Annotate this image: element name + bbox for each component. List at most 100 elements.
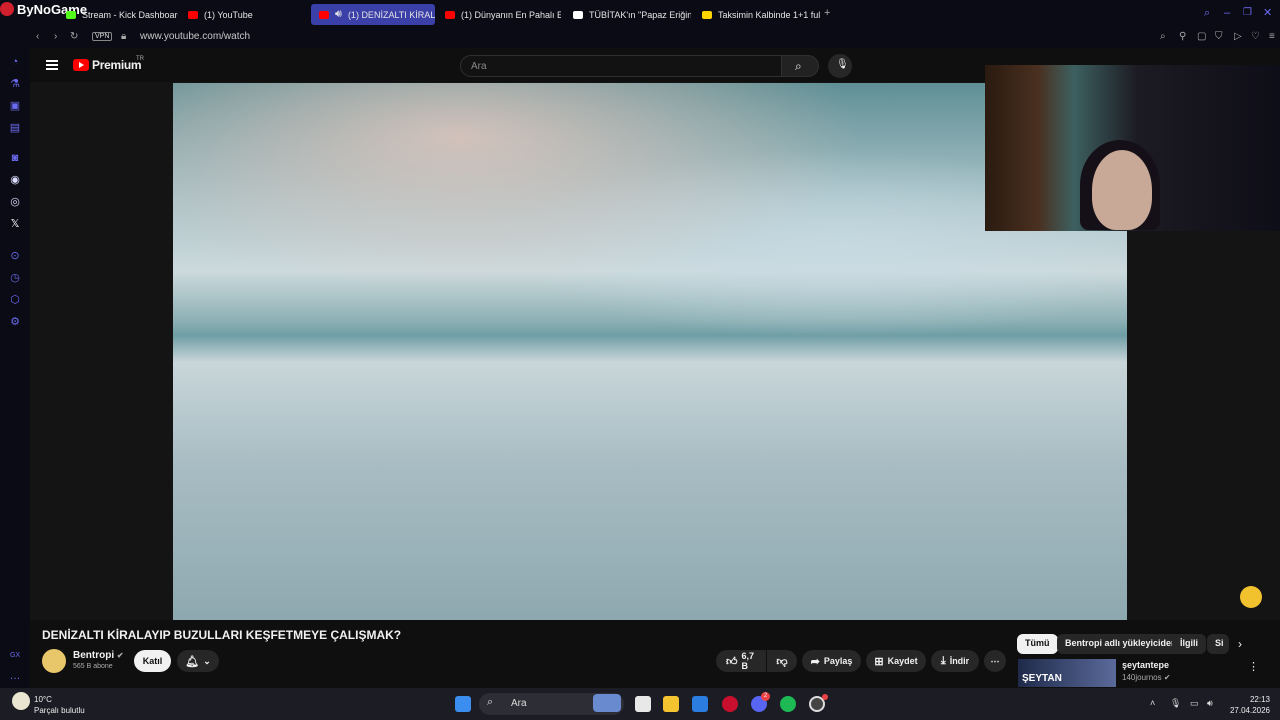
more-actions-button[interactable]: ⋯ — [984, 650, 1006, 672]
tab-youtube[interactable]: (1) YouTube — [180, 4, 300, 25]
menu-icon[interactable]: ≡ — [1269, 31, 1275, 42]
settings-icon[interactable]: ⚙ — [9, 316, 21, 328]
twitch-icon[interactable]: ◙ — [9, 152, 21, 164]
gx-label: GX — [9, 652, 21, 659]
tab-label: (1) YouTube — [204, 9, 253, 20]
subscribe-bell-button[interactable]: 🔔︎ ⌄ — [177, 650, 219, 672]
chip-more[interactable]: Si — [1207, 634, 1229, 654]
more-icon[interactable]: … — [9, 670, 21, 682]
browser-tab-bar: ByNoGame Stream - Kick Dashboard (1) You… — [0, 0, 1280, 28]
heart-icon[interactable]: ♡ — [1251, 31, 1260, 42]
new-tab-icon[interactable]: + — [824, 7, 830, 19]
opera-gx-icon[interactable] — [722, 696, 738, 712]
task-view-icon[interactable] — [635, 696, 651, 712]
tab-kick-dashboard[interactable]: Stream - Kick Dashboard — [58, 4, 178, 25]
gx-control-icon[interactable]: ◔ — [9, 56, 21, 68]
share-button[interactable]: ➦ Paylaş — [802, 650, 861, 672]
save-button[interactable]: ⊞ Kaydet — [866, 650, 926, 672]
browser-sidebar: ◔ ⚗ ▣ ▤ ◙ ◉ ◎ 𝕏 ⊙ ◷ ⬡ ⚙ GX … — [0, 48, 30, 688]
chip-related[interactable]: İlgili — [1172, 634, 1206, 654]
discord-icon[interactable]: ◉ — [9, 174, 21, 186]
play-icon[interactable]: ▷ — [1234, 31, 1242, 42]
search-icon: ⌕ — [795, 59, 802, 73]
temperature: 10°C — [34, 695, 52, 704]
tray-chevron-icon[interactable]: ˄ — [1150, 698, 1155, 708]
region-code: TR — [136, 56, 144, 62]
chip-uploader[interactable]: Bentropi adlı yükleyiciden — [1057, 634, 1185, 654]
spotify-icon[interactable] — [780, 696, 796, 712]
channel-avatar[interactable] — [42, 649, 66, 673]
extensions-icon[interactable]: ⬡ — [9, 294, 21, 306]
snapshot-icon[interactable]: ▢ — [1197, 31, 1206, 42]
download-button[interactable]: ⤓ İndir — [931, 650, 979, 672]
player-icon[interactable]: ⊙ — [9, 250, 21, 262]
minimize-icon[interactable]: – — [1224, 7, 1230, 19]
tab-tubitak[interactable]: TÜBİTAK'ın "Papaz Eriğini — [565, 4, 691, 25]
recommendation-title[interactable]: şeytantepe — [1122, 660, 1169, 670]
x-icon[interactable]: 𝕏 — [9, 218, 21, 230]
chevron-right-icon[interactable]: › — [1238, 637, 1242, 651]
bell-icon: 🔔︎ — [185, 655, 200, 668]
back-icon[interactable]: ‹ — [36, 31, 39, 42]
emoji-sticker-icon — [1240, 586, 1262, 608]
chip-all[interactable]: Tümü — [1017, 634, 1058, 654]
reload-icon[interactable]: ↻ — [70, 31, 78, 42]
speaker-icon: 🔊︎ — [335, 8, 342, 20]
webcam-person-face — [1092, 150, 1152, 230]
shield-icon[interactable]: ⛉ — [1215, 31, 1223, 42]
youtube-logo-text[interactable]: Premium — [92, 58, 142, 72]
vpn-badge[interactable]: VPN — [92, 32, 113, 41]
more-horizontal-icon: ⋯ — [990, 655, 1000, 666]
search-button[interactable]: ⌕ — [781, 55, 819, 77]
file-explorer-icon[interactable] — [663, 696, 679, 712]
share-icon: ➦ — [810, 655, 820, 668]
voice-search-button[interactable]: 🎙︎ — [828, 54, 852, 78]
tab-denizalti[interactable]: 🔊︎ (1) DENİZALTI KİRALA — [311, 4, 435, 25]
zoom-icon[interactable]: ⌕ — [1160, 31, 1166, 42]
video-frame[interactable] — [173, 83, 1127, 620]
search-input[interactable]: Ara — [460, 55, 782, 77]
youtube-favicon-icon — [445, 10, 455, 19]
weather-widget[interactable]: 10°C Parçalı bulutlu — [34, 694, 85, 716]
more-vertical-icon[interactable]: ⋮ — [1248, 660, 1259, 673]
search-tabs-icon[interactable]: ⌕ — [1204, 7, 1210, 20]
like-button[interactable]: 👍︎ 6,7 B — [716, 650, 766, 672]
instagram-icon[interactable]: ◎ — [9, 196, 21, 208]
save-label: Kaydet — [887, 656, 918, 666]
search-highlight-icon[interactable] — [593, 694, 621, 712]
pin-icon[interactable]: ⚲ — [1179, 31, 1186, 42]
share-label: Paylaş — [823, 656, 853, 666]
subscriber-count: 565 B abone — [73, 663, 113, 670]
messenger-icon[interactable]: ▤ — [9, 122, 21, 134]
recommendation-thumbnail[interactable]: ŞEYTAN — [1018, 659, 1116, 687]
history-icon[interactable]: ◷ — [9, 272, 21, 284]
clock-time: 22:13 — [1249, 695, 1270, 704]
microphone-tray-icon[interactable]: 🎙︎ — [1170, 698, 1181, 709]
maximize-icon[interactable]: ❐ — [1243, 7, 1252, 18]
network-icon[interactable]: ▭ — [1190, 698, 1199, 709]
verified-icon: ✔ — [116, 651, 124, 660]
youtube-logo-icon[interactable] — [73, 59, 89, 71]
taskbar-clock[interactable]: 22:13 27.04.2026 — [1222, 694, 1270, 716]
search-icon: ⌕ — [487, 696, 494, 708]
join-button[interactable]: Katıl — [134, 650, 171, 672]
recommendation-channel-text: 140journos — [1122, 673, 1162, 682]
dislike-button[interactable]: 👎︎ — [767, 650, 797, 672]
tab-taksim[interactable]: Taksimin Kalbinde 1+1 full — [694, 4, 820, 25]
hamburger-menu-icon[interactable] — [46, 60, 58, 70]
gx-cleaner-icon[interactable]: ⚗ — [9, 78, 21, 90]
volume-icon[interactable]: 🔊︎ — [1207, 698, 1213, 709]
forward-icon[interactable]: › — [54, 31, 57, 42]
weather-icon[interactable] — [12, 692, 30, 710]
clock-date: 27.04.2026 — [1229, 706, 1270, 715]
close-icon[interactable]: ✕ — [1263, 6, 1272, 19]
game-icon[interactable]: ▣ — [9, 100, 21, 112]
tab-label: (1) DENİZALTI KİRALA — [347, 9, 435, 20]
windows-start-icon[interactable] — [455, 696, 471, 712]
download-icon: ⤓ — [940, 654, 946, 667]
tab-dunyanin-en-pahali-evi[interactable]: (1) Dünyanın En Pahalı Evi — [437, 4, 561, 25]
url-field[interactable]: www.youtube.com/watch — [140, 31, 250, 42]
channel-name[interactable]: Bentropi ✔ — [73, 650, 124, 661]
outlook-icon[interactable] — [692, 696, 708, 712]
recommendation-channel[interactable]: 140journos ✔ — [1122, 673, 1171, 682]
